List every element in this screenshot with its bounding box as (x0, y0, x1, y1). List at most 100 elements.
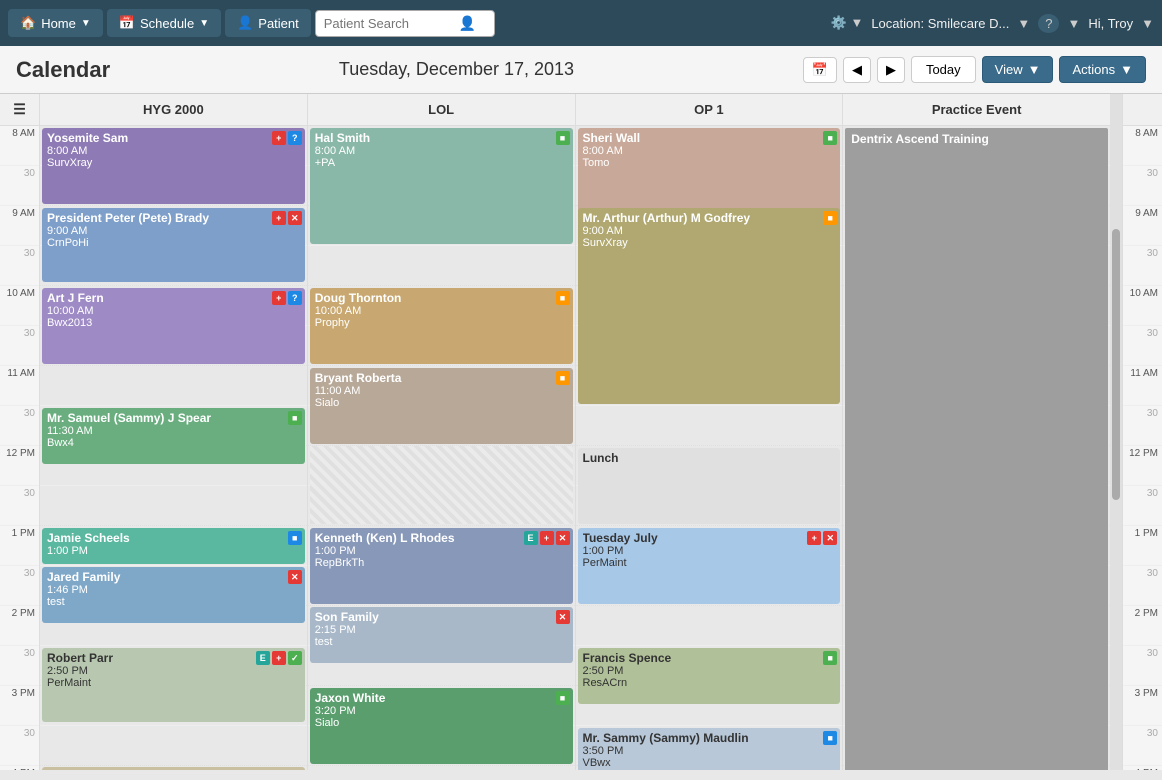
time-label-3pm: 3 PM (0, 686, 39, 726)
scrollbar[interactable] (1110, 94, 1122, 770)
appt-icon-square: ■ (556, 291, 570, 305)
appt-icon-square: ■ (823, 651, 837, 665)
time-label-1pm: 1 PM (0, 526, 39, 566)
appt-icon-x: ✕ (823, 531, 837, 545)
appt-lol-hal[interactable]: Hal Smith 8:00 AM +PA ■ (310, 128, 573, 244)
time-right-330: 30 (1123, 726, 1162, 766)
appt-icon-plus: + (272, 651, 286, 665)
appt-icon-plus: + (807, 531, 821, 545)
menu-icon[interactable]: ☰ (5, 94, 34, 126)
home-caret-icon: ▼ (81, 18, 91, 29)
top-navigation: 🏠 Home ▼ 📅 Schedule ▼ 👤 Patient 👤 ⚙️ ▼ L… (0, 0, 1162, 46)
time-right-3pm: 3 PM (1123, 686, 1162, 726)
time-right-9am: 9 AM (1123, 206, 1162, 246)
appt-icon-check: ✓ (288, 651, 302, 665)
view-caret-icon: ▼ (1028, 62, 1041, 77)
appt-lol-doug[interactable]: Doug Thornton 10:00 AM Prophy ■ (310, 288, 573, 364)
practice-grid: Dentrix Ascend Training (843, 126, 1110, 770)
help-button[interactable]: ? (1038, 14, 1059, 33)
schedule-caret-icon: ▼ (199, 18, 209, 29)
time-right-8am: 8 AM (1123, 126, 1162, 166)
provider-header-practice: Practice Event (843, 94, 1110, 126)
appt-icon-x: ✕ (556, 610, 570, 624)
appt-op1-maudlin[interactable]: Mr. Sammy (Sammy) Maudlin 3:50 PM VBwx ■ (578, 728, 841, 770)
appt-icon-square: ■ (556, 131, 570, 145)
appt-hyg-yosemite[interactable]: Yosemite Sam 8:00 AM SurvXray + ? (42, 128, 305, 204)
appt-lol-kenneth[interactable]: Kenneth (Ken) L Rhodes 1:00 PM RepBrkTh … (310, 528, 573, 604)
search-input[interactable] (324, 16, 454, 31)
blocked-slot-lol-noon (310, 446, 573, 524)
time-column-right: 8 AM 30 9 AM 30 10 AM 30 11 AM 30 12 PM … (1122, 94, 1162, 770)
appt-hyg-jared[interactable]: Jared Family 1:46 PM test ✕ (42, 567, 305, 623)
time-right-130: 30 (1123, 566, 1162, 606)
settings-button[interactable]: ⚙️ ▼ (831, 15, 864, 31)
scroll-thumb[interactable] (1112, 229, 1120, 499)
appt-icon-plus: + (272, 291, 286, 305)
time-label-10am: 10 AM (0, 286, 39, 326)
appt-icon-square: ■ (556, 371, 570, 385)
calendar-grid: ☰ 8 AM 30 9 AM 30 10 AM 30 11 AM 30 12 P… (0, 94, 1162, 770)
provider-header-op1: OP 1 (576, 94, 843, 126)
location-caret-icon: ▼ (1017, 16, 1030, 31)
appt-icon-question: ? (288, 131, 302, 145)
appt-lol-bryant[interactable]: Bryant Roberta 11:00 AM Sialo ■ (310, 368, 573, 444)
calendar-title: Calendar (16, 57, 110, 83)
appt-op1-godfrey[interactable]: Mr. Arthur (Arthur) M Godfrey 9:00 AM Su… (578, 208, 841, 404)
schedule-button[interactable]: 📅 Schedule ▼ (107, 9, 221, 37)
time-column-left: ☰ 8 AM 30 9 AM 30 10 AM 30 11 AM 30 12 P… (0, 94, 40, 770)
time-label-130: 30 (0, 566, 39, 606)
time-right-12pm: 12 PM (1123, 446, 1162, 486)
user-greeting[interactable]: Hi, Troy (1088, 16, 1133, 31)
help-caret-icon: ▼ (1067, 16, 1080, 31)
search-icon: 👤 (459, 15, 476, 32)
appt-icon-square: ■ (556, 691, 570, 705)
actions-button[interactable]: Actions ▼ (1059, 56, 1146, 83)
appt-hyg-fern[interactable]: Art J Fern 10:00 AM Bwx2013 + ? (42, 288, 305, 364)
calendar-grid-button[interactable]: 📅 (803, 57, 837, 83)
appt-icon-square: ■ (823, 211, 837, 225)
time-right-11am: 11 AM (1123, 366, 1162, 406)
appt-hyg-jessie[interactable]: Jessie White 4:20 PM ■ (42, 767, 305, 770)
patient-button[interactable]: 👤 Patient (225, 9, 311, 37)
home-icon: 🏠 (20, 15, 36, 31)
time-label-1130: 30 (0, 406, 39, 446)
time-right-1230: 30 (1123, 486, 1162, 526)
appt-lol-jaxon[interactable]: Jaxon White 3:20 PM Sialo ■ (310, 688, 573, 764)
appt-icon-x: ✕ (288, 211, 302, 225)
appt-hyg-parr[interactable]: Robert Parr 2:50 PM PerMaint E + ✓ (42, 648, 305, 722)
location-label[interactable]: Location: Smilecare D... (871, 16, 1009, 31)
today-button[interactable]: Today (911, 56, 976, 83)
appt-icon-x: ✕ (288, 570, 302, 584)
time-label-12pm: 12 PM (0, 446, 39, 486)
next-day-button[interactable]: ▶ (877, 57, 905, 83)
view-button[interactable]: View ▼ (982, 56, 1054, 83)
provider-header-lol: LOL (308, 94, 575, 126)
appt-hyg-spear[interactable]: Mr. Samuel (Sammy) J Spear 11:30 AM Bwx4… (42, 408, 305, 464)
lol-grid: Hal Smith 8:00 AM +PA ■ Doug Thornton 10… (308, 126, 575, 770)
appt-op1-tuesday[interactable]: Tuesday July 1:00 PM PerMaint + ✕ (578, 528, 841, 604)
appt-lol-son[interactable]: Son Family 2:15 PM test ✕ (310, 607, 573, 663)
appt-practice-training[interactable]: Dentrix Ascend Training (845, 128, 1108, 770)
appt-icon-x: ✕ (556, 531, 570, 545)
time-right-1030: 30 (1123, 326, 1162, 366)
provider-col-op1: OP 1 Sheri Wall 8:00 AM (576, 94, 844, 770)
appt-hyg-scheels[interactable]: Jamie Scheels 1:00 PM ■ (42, 528, 305, 564)
appt-icon-square: ■ (288, 411, 302, 425)
appt-op1-francis[interactable]: Francis Spence 2:50 PM ResACrn ■ (578, 648, 841, 704)
appt-icon-square: ■ (823, 731, 837, 745)
time-label-330: 30 (0, 726, 39, 766)
appt-icon-square: ■ (823, 131, 837, 145)
time-label-1030: 30 (0, 326, 39, 366)
calendar-date: Tuesday, December 17, 2013 (122, 59, 791, 80)
home-button[interactable]: 🏠 Home ▼ (8, 9, 103, 37)
appt-icon-plus: + (540, 531, 554, 545)
patient-icon: 👤 (237, 15, 253, 31)
appt-op1-lunch[interactable]: Lunch (578, 448, 841, 524)
provider-col-hyg2000: HYG 2000 Yosemite Sam (40, 94, 308, 770)
actions-caret-icon: ▼ (1120, 62, 1133, 77)
appt-hyg-brady[interactable]: President Peter (Pete) Brady 9:00 AM Crn… (42, 208, 305, 282)
prev-day-button[interactable]: ◀ (843, 57, 871, 83)
time-label-1230: 30 (0, 486, 39, 526)
patient-search-box: 👤 (315, 10, 495, 37)
time-label-4pm: 4 PM (0, 766, 39, 770)
